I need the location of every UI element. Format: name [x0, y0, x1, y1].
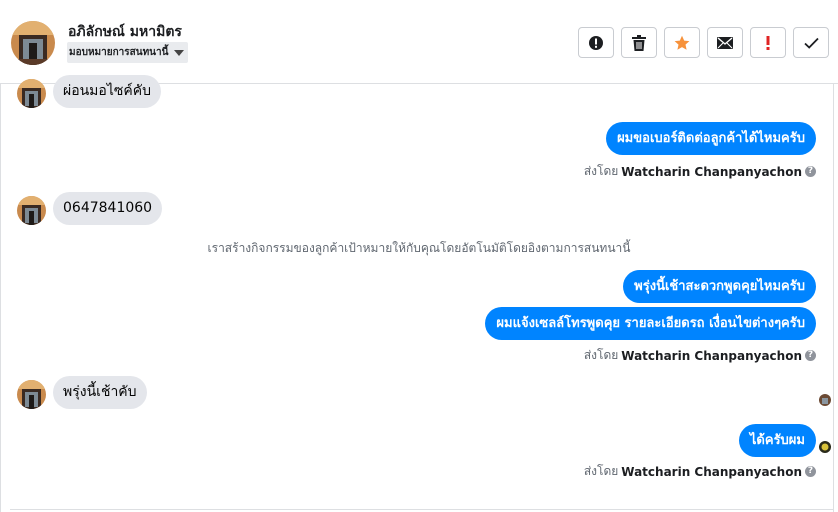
composer-divider: [10, 509, 834, 510]
help-icon[interactable]: ?: [805, 466, 816, 477]
incoming-message: พรุ่งนี้เช้าคับ: [53, 376, 147, 409]
help-icon[interactable]: ?: [805, 350, 816, 361]
incoming-message: 0647841060: [53, 192, 163, 225]
contact-avatar[interactable]: [11, 21, 55, 65]
sent-by-label: ส่งโดย Watcharin Chanpanyachon ?: [584, 462, 816, 481]
contact-name: อภิลักษณ์ มหามิตร: [68, 24, 182, 40]
conversation-header: อภิลักษณ์ มหามิตร มอบหมายการสนทนานี้: [0, 0, 838, 84]
spam-report-button[interactable]: [578, 27, 614, 58]
assign-label: มอบหมายการสนทนานี้: [69, 47, 169, 58]
contact-avatar-small: [17, 380, 46, 409]
outgoing-message: ได้ครับผม: [738, 424, 816, 457]
delivered-avatar-icon: [819, 441, 831, 453]
sent-by-agent: Watcharin Chanpanyachon: [621, 348, 802, 363]
contact-avatar-small: [17, 79, 46, 108]
exclamation-circle-icon: [589, 35, 603, 50]
sent-by-prefix: ส่งโดย: [583, 164, 619, 178]
follow-up-button[interactable]: [750, 27, 786, 58]
mark-unread-button[interactable]: [707, 27, 743, 58]
exclamation-icon: [766, 35, 770, 50]
contact-avatar-small: [17, 196, 46, 225]
sent-by-agent: Watcharin Chanpanyachon: [621, 164, 802, 179]
sent-by-label: ส่งโดย Watcharin Chanpanyachon ?: [584, 162, 816, 181]
help-icon[interactable]: ?: [805, 166, 816, 177]
sent-by-label: ส่งโดย Watcharin Chanpanyachon ?: [584, 346, 816, 365]
star-icon: [674, 35, 690, 50]
trash-icon: [632, 34, 646, 51]
checkmark-icon: [803, 37, 819, 49]
assign-conversation-dropdown[interactable]: มอบหมายการสนทนานี้: [67, 42, 189, 63]
incoming-message: ผ่อนมอไซค์คับ: [53, 75, 161, 108]
caret-down-icon: [174, 49, 185, 56]
outgoing-message: พรุ่งนี้เช้าสะดวกพูดคุยไหมครับ: [623, 270, 816, 303]
conversation-actions: [578, 27, 829, 58]
outgoing-message: ผมแจ้งเซลล์โทรพูดคุย รายละเอียดรถ เงื่อน…: [485, 307, 816, 340]
seen-avatar-icon: [819, 394, 831, 406]
mark-done-button[interactable]: [793, 27, 829, 58]
sent-by-prefix: ส่งโดย: [583, 464, 619, 478]
star-button[interactable]: [664, 27, 700, 58]
outgoing-message: ผมขอเบอร์ติดต่อลูกค้าได้ไหมครับ: [606, 122, 816, 155]
envelope-icon: [717, 36, 733, 49]
sent-by-agent: Watcharin Chanpanyachon: [621, 464, 802, 479]
system-notice: เราสร้างกิจกรรมของลูกค้าเป้าหมายให้กับคุ…: [207, 241, 631, 255]
sent-by-prefix: ส่งโดย: [583, 348, 619, 362]
delete-button[interactable]: [621, 27, 657, 58]
